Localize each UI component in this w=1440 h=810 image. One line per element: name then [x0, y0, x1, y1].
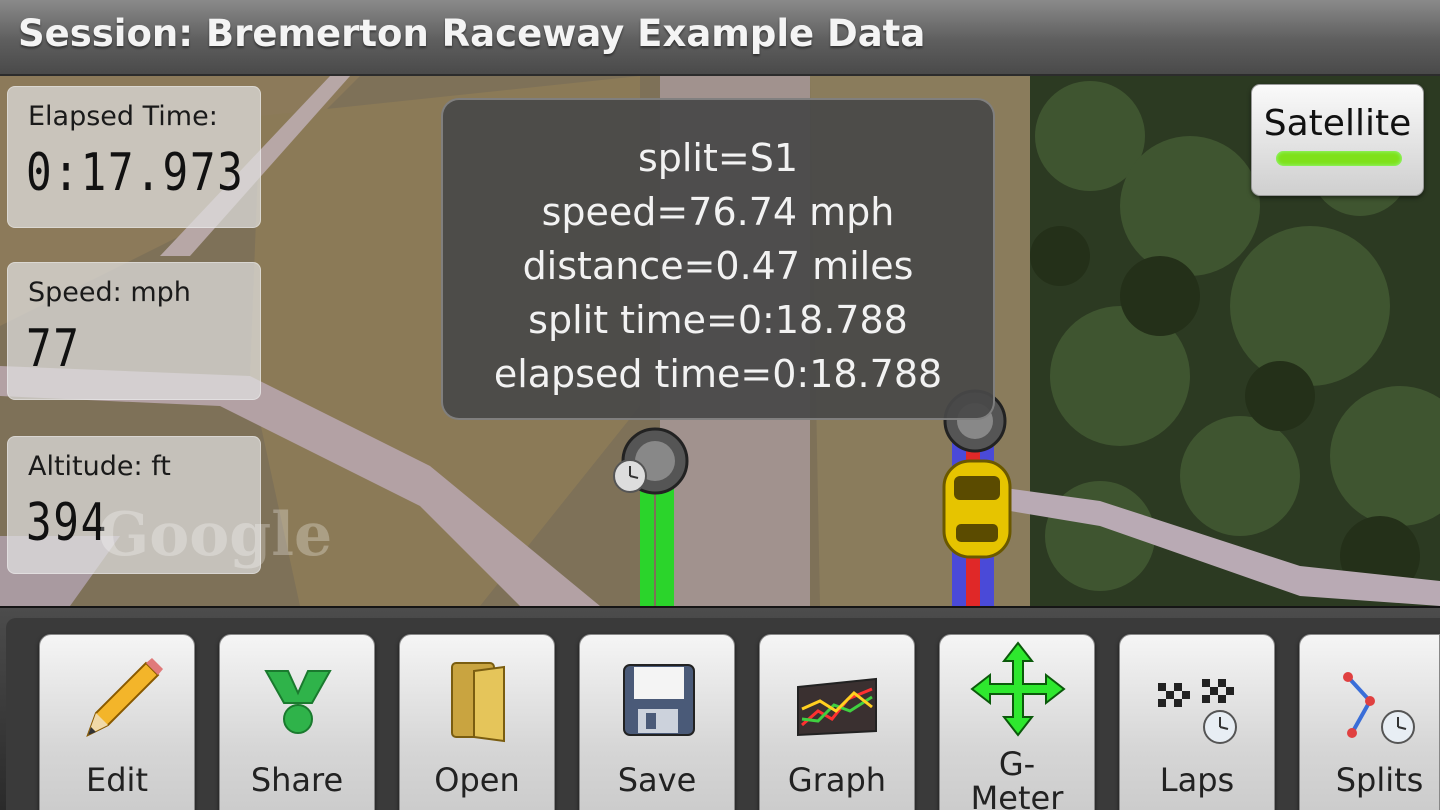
- splits-icon: [1343, 672, 1415, 744]
- altitude-value: 394: [26, 493, 108, 553]
- satellite-label: Satellite: [1263, 103, 1412, 144]
- speed-value: 77: [26, 319, 81, 379]
- folder-icon: [451, 662, 505, 743]
- elapsed-time-panel: Elapsed Time: 0:17.973: [7, 86, 261, 228]
- edit-button[interactable]: Edit: [39, 634, 195, 810]
- save-button[interactable]: Save: [579, 634, 735, 810]
- speed-label: Speed: mph: [28, 277, 191, 308]
- move-arrows-icon: [970, 641, 1066, 737]
- floppy-disk-icon: [623, 664, 695, 736]
- graph-button[interactable]: Graph: [759, 634, 915, 810]
- car-icon: [942, 459, 1012, 559]
- checkered-flags-icon: [1158, 679, 1237, 744]
- pencil-icon: [86, 658, 163, 738]
- satellite-toggle-button[interactable]: Satellite: [1251, 84, 1424, 196]
- open-label: Open: [434, 761, 520, 799]
- graph-label: Graph: [787, 761, 887, 799]
- share-button[interactable]: Share: [219, 634, 375, 810]
- speed-panel: Speed: mph 77: [7, 262, 261, 400]
- tooltip-split: split=S1: [637, 136, 799, 180]
- tooltip-speed: speed=76.74 mph: [541, 190, 895, 234]
- g-meter-label: G- Meter: [940, 747, 1094, 810]
- laps-button[interactable]: Laps: [1119, 634, 1275, 810]
- share-icon: [264, 670, 332, 734]
- session-title: Session: Bremerton Raceway Example Data: [18, 12, 926, 55]
- split-info-tooltip: split=S1 speed=76.74 mph distance=0.47 m…: [441, 98, 995, 420]
- elapsed-time-label: Elapsed Time:: [28, 101, 218, 132]
- tooltip-elapsed-time: elapsed time=0:18.788: [493, 352, 943, 396]
- g-meter-button[interactable]: G- Meter: [939, 634, 1095, 810]
- title-bar: Session: Bremerton Raceway Example Data: [0, 0, 1440, 76]
- laps-label: Laps: [1159, 761, 1235, 799]
- map-watermark: Google: [98, 500, 333, 570]
- satellite-map[interactable]: Elapsed Time: 0:17.973 Speed: mph 77 Alt…: [0, 76, 1440, 606]
- share-label: Share: [250, 761, 344, 799]
- tooltip-distance: distance=0.47 miles: [522, 244, 914, 288]
- altitude-label: Altitude: ft: [28, 451, 171, 482]
- splits-button[interactable]: Splits: [1299, 634, 1440, 810]
- g-meter-label-line2: Meter: [970, 779, 1064, 810]
- splits-label: Splits: [1335, 761, 1424, 799]
- g-meter-label-line1: G-: [998, 745, 1036, 783]
- save-label: Save: [617, 761, 697, 799]
- open-button[interactable]: Open: [399, 634, 555, 810]
- graph-icon: [797, 677, 877, 737]
- satellite-indicator: [1276, 151, 1402, 166]
- edit-label: Edit: [86, 761, 148, 799]
- tooltip-split-time: split time=0:18.788: [528, 298, 908, 342]
- elapsed-time-value: 0:17.973: [26, 143, 245, 203]
